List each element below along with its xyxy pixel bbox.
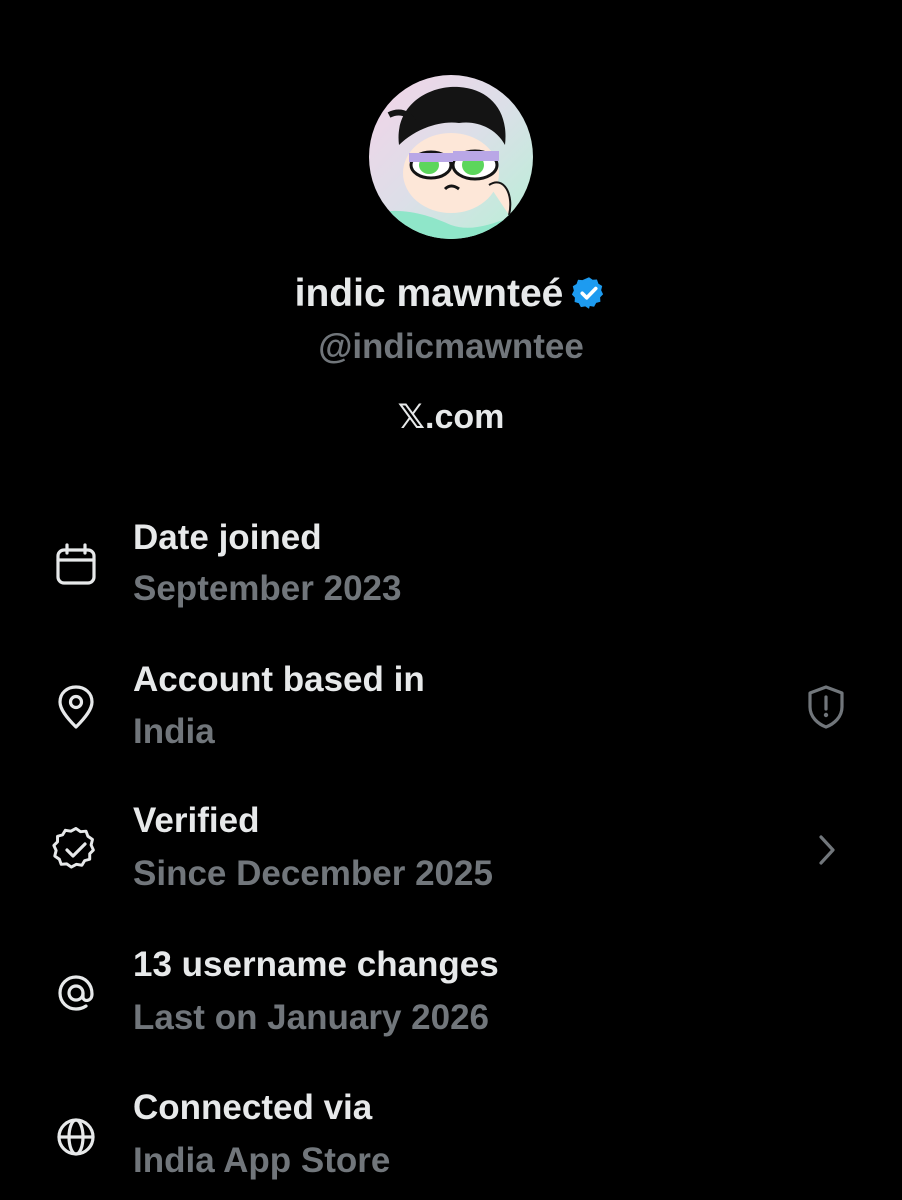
chevron-right-icon[interactable]: [800, 824, 852, 876]
shield-alert-icon[interactable]: [800, 681, 852, 733]
info-row-subtitle: India: [133, 712, 215, 751]
info-row-username-changes: 13 username changes Last on January 2026: [0, 941, 902, 1051]
info-row-connected-via: Connected via India App Store: [0, 1084, 902, 1194]
calendar-icon: [50, 539, 102, 591]
at-sign-icon: [50, 967, 102, 1019]
info-row-subtitle: Since December 2025: [133, 854, 493, 893]
location-pin-icon: [50, 681, 102, 733]
info-row-subtitle: India App Store: [133, 1141, 391, 1180]
profile-avatar[interactable]: [369, 75, 533, 239]
info-row-title: 13 username changes: [133, 945, 499, 984]
profile-display-name: indic mawnteé: [0, 268, 902, 320]
info-row-title: Verified: [133, 801, 260, 840]
info-row-title: Connected via: [133, 1088, 373, 1127]
info-row-date-joined: Date joined September 2023: [0, 512, 902, 622]
info-row-subtitle: September 2023: [133, 569, 402, 608]
profile-handle: @indicmawntee: [318, 327, 584, 366]
info-row-verified[interactable]: Verified Since December 2025: [0, 798, 902, 908]
info-row-subtitle: Last on January 2026: [133, 998, 489, 1037]
globe-icon: [50, 1111, 102, 1163]
verified-badge-icon: [571, 273, 607, 309]
display-name-text: indic mawnteé: [294, 272, 564, 315]
info-row-account-based-in: Account based in India: [0, 655, 902, 765]
info-row-title: Account based in: [133, 660, 425, 699]
verified-check-icon: [50, 824, 102, 876]
site-label: 𝕏.com: [397, 398, 505, 436]
info-row-title: Date joined: [133, 518, 322, 557]
